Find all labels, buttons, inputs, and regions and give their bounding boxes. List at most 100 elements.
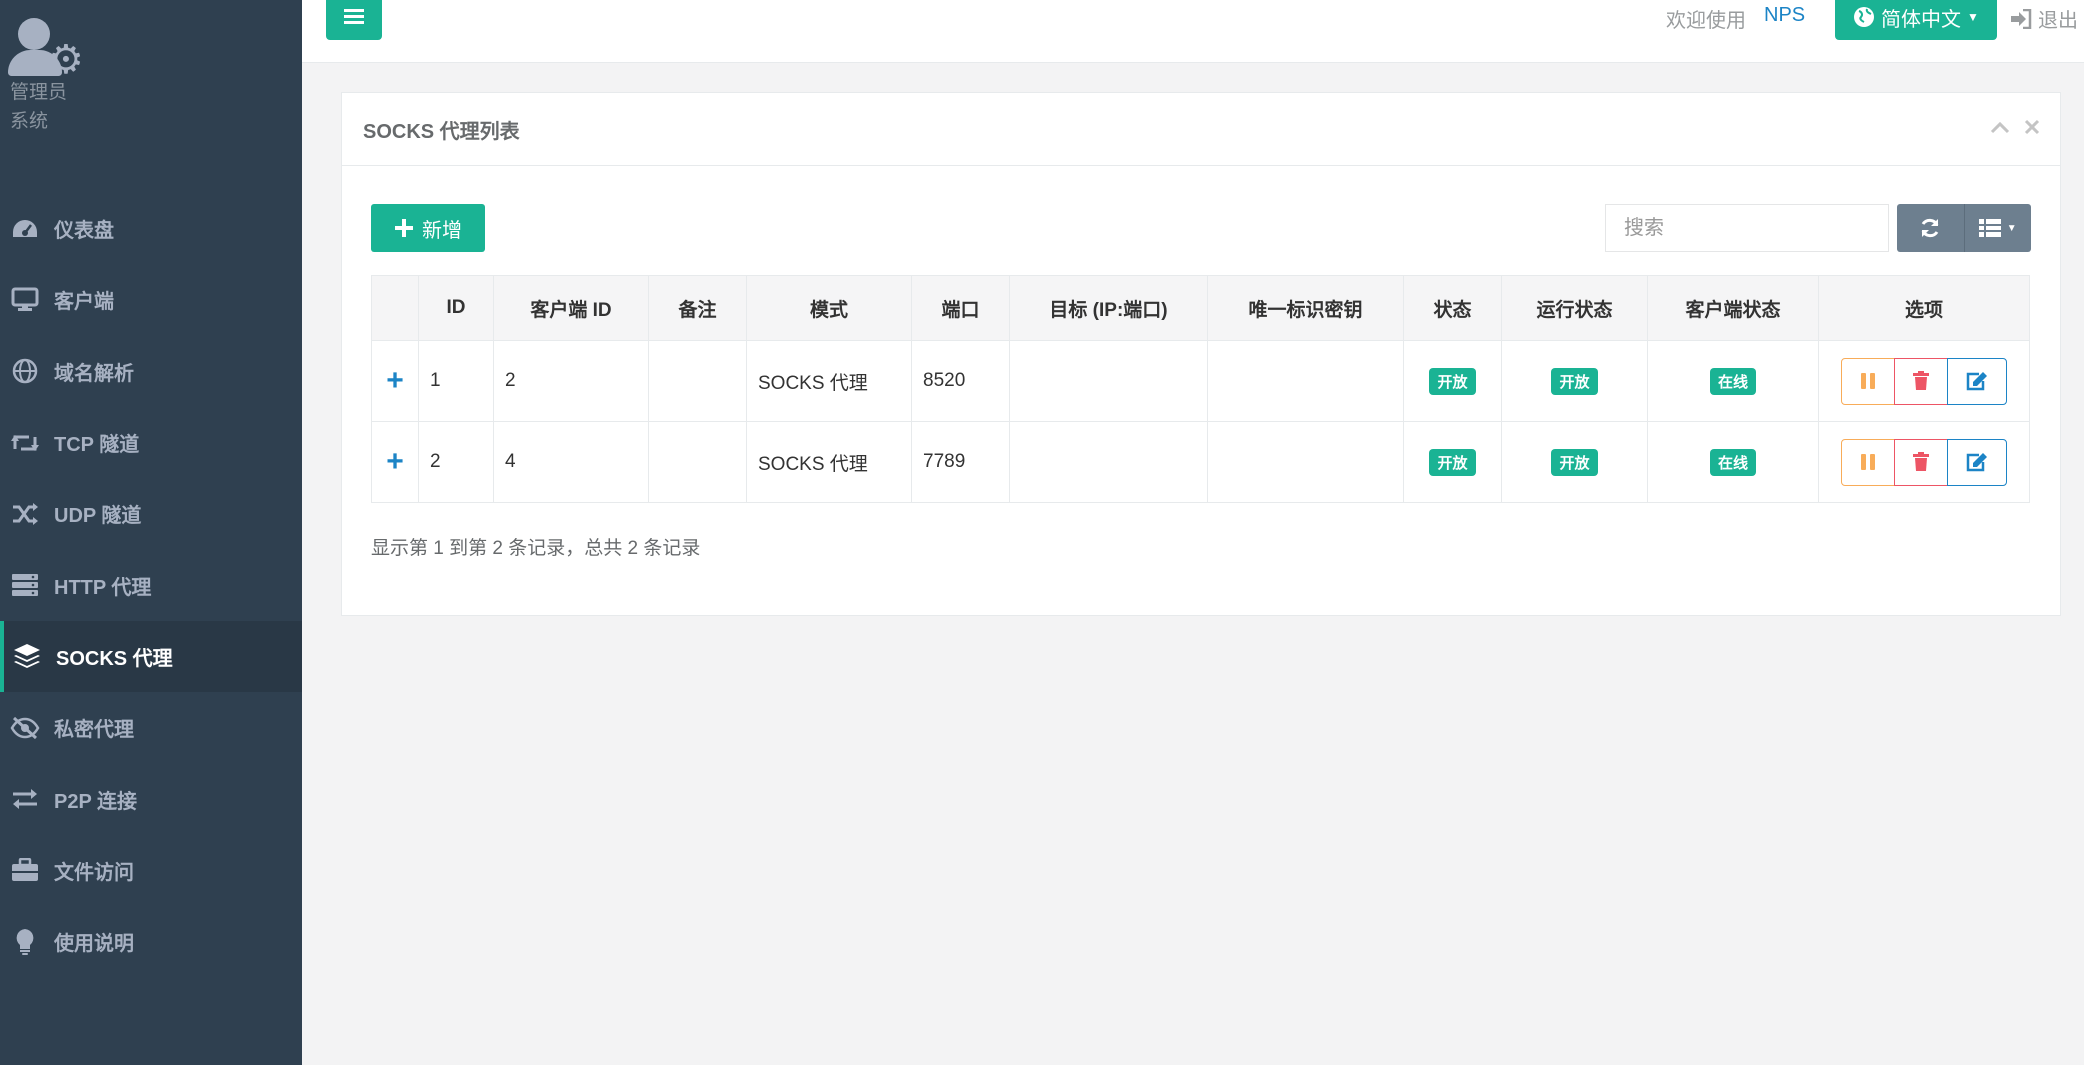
cell-mode: SOCKS 代理 bbox=[746, 421, 912, 503]
column-header-expand bbox=[371, 275, 419, 341]
run-status-badge: 开放 bbox=[1551, 448, 1598, 476]
column-header-client-status[interactable]: 客户端状态 bbox=[1647, 275, 1819, 341]
sidebar-item-help[interactable]: 使用说明 bbox=[0, 906, 302, 977]
caret-down-icon: ▼ bbox=[2006, 222, 2017, 234]
sidebar-item-label: 域名解析 bbox=[54, 362, 134, 385]
pause-icon bbox=[1861, 373, 1875, 389]
sidebar-item-udp[interactable]: UDP 隧道 bbox=[0, 478, 302, 549]
sidebar-item-secret[interactable]: 私密代理 bbox=[0, 692, 302, 763]
cell-client-status: 在线 bbox=[1647, 340, 1819, 422]
menu-toggle-button[interactable] bbox=[326, 0, 382, 40]
cell-remark bbox=[648, 421, 747, 503]
pagination-info: 显示第 1 到第 2 条记录，总共 2 条记录 bbox=[371, 538, 701, 559]
table-row: + 1 2 SOCKS 代理 8520 开放 开放 在线 bbox=[371, 340, 2030, 422]
column-header-port[interactable]: 端口 bbox=[911, 275, 1010, 341]
client-status-badge: 在线 bbox=[1709, 367, 1756, 395]
sidebar-item-http[interactable]: HTTP 代理 bbox=[0, 549, 302, 620]
table-row: + 2 4 SOCKS 代理 7789 开放 开放 在线 bbox=[371, 421, 2030, 503]
exchange-icon bbox=[10, 784, 40, 814]
refresh-button[interactable] bbox=[1897, 204, 1965, 252]
cell-remark bbox=[648, 340, 747, 422]
sidebar-item-label: P2P 连接 bbox=[54, 790, 137, 813]
eye-slash-icon bbox=[10, 713, 40, 743]
cell-client-status: 在线 bbox=[1647, 421, 1819, 503]
sidebar-item-domain[interactable]: 域名解析 bbox=[0, 336, 302, 407]
cell-client-id: 2 bbox=[493, 340, 649, 422]
cell-port: 8520 bbox=[911, 340, 1010, 422]
logout-link[interactable]: 退出 bbox=[2010, 4, 2078, 33]
sidebar-item-label: 客户端 bbox=[54, 291, 114, 314]
plus-icon bbox=[395, 219, 413, 237]
sidebar-item-label: 文件访问 bbox=[54, 861, 134, 884]
sidebar-item-files[interactable]: 文件访问 bbox=[0, 835, 302, 906]
edit-button[interactable] bbox=[1947, 357, 2007, 405]
column-header-options: 选项 bbox=[1818, 275, 2030, 341]
table-header-row: ID 客户端 ID 备注 模式 端口 目标 (IP:端口) 唯一标识密钥 状态 … bbox=[371, 275, 2030, 341]
sidebar-item-socks[interactable]: SOCKS 代理 bbox=[0, 620, 302, 693]
column-header-status[interactable]: 状态 bbox=[1403, 275, 1502, 341]
pause-button[interactable] bbox=[1841, 438, 1895, 486]
add-button[interactable]: 新增 bbox=[371, 204, 485, 252]
column-header-mode[interactable]: 模式 bbox=[746, 275, 912, 341]
columns-toggle-button[interactable]: ▼ bbox=[1964, 204, 2031, 252]
server-icon bbox=[10, 570, 40, 600]
cell-port: 7789 bbox=[911, 421, 1010, 503]
delete-button[interactable] bbox=[1894, 357, 1948, 405]
column-header-client-id[interactable]: 客户端 ID bbox=[493, 275, 649, 341]
close-icon[interactable] bbox=[2024, 115, 2040, 141]
client-status-badge: 在线 bbox=[1709, 448, 1756, 476]
expand-row-button[interactable]: + bbox=[371, 340, 419, 422]
add-button-label: 新增 bbox=[422, 219, 462, 242]
edit-icon bbox=[1966, 372, 1987, 391]
sidebar-item-tcp[interactable]: TCP 隧道 bbox=[0, 407, 302, 478]
sidebar-item-label: HTTP 代理 bbox=[54, 576, 152, 599]
sidebar: ⚙ 管理员 系统 仪表盘 客户端 域名解析 TCP 隧道 UDP 隧道 HTTP… bbox=[0, 0, 302, 1065]
brand-link[interactable]: NPS bbox=[1764, 4, 1805, 27]
cell-target bbox=[1009, 421, 1208, 503]
sidebar-item-label: 仪表盘 bbox=[54, 220, 114, 243]
sidebar-item-label: TCP 隧道 bbox=[54, 434, 140, 457]
cell-id: 1 bbox=[418, 340, 494, 422]
welcome-text: 欢迎使用 bbox=[1666, 10, 1746, 32]
status-badge: 开放 bbox=[1429, 367, 1476, 395]
sidebar-item-label: SOCKS 代理 bbox=[56, 647, 173, 670]
cell-key bbox=[1207, 340, 1404, 422]
sidebar-item-label: 使用说明 bbox=[54, 933, 134, 956]
caret-down-icon: ▼ bbox=[1967, 10, 1979, 24]
pause-button[interactable] bbox=[1841, 357, 1895, 405]
retweet-icon bbox=[10, 428, 40, 458]
run-status-badge: 开放 bbox=[1551, 367, 1598, 395]
sidebar-nav: 仪表盘 客户端 域名解析 TCP 隧道 UDP 隧道 HTTP 代理 SOCKS… bbox=[0, 193, 302, 977]
desktop-icon bbox=[10, 285, 40, 315]
column-header-id[interactable]: ID bbox=[418, 275, 494, 341]
row-actions bbox=[1841, 357, 2007, 405]
socks-table: ID 客户端 ID 备注 模式 端口 目标 (IP:端口) 唯一标识密钥 状态 … bbox=[371, 275, 2030, 503]
panel-tools bbox=[1990, 115, 2040, 141]
search-input[interactable] bbox=[1605, 204, 1889, 252]
language-label: 简体中文 bbox=[1881, 8, 1962, 31]
column-header-target[interactable]: 目标 (IP:端口) bbox=[1009, 275, 1208, 341]
language-dropdown-button[interactable]: 简体中文 ▼ bbox=[1835, 0, 1997, 40]
briefcase-icon bbox=[10, 855, 40, 885]
random-icon bbox=[10, 499, 40, 529]
cell-client-id: 4 bbox=[493, 421, 649, 503]
layers-icon bbox=[12, 641, 42, 671]
cell-target bbox=[1009, 340, 1208, 422]
sidebar-item-p2p[interactable]: P2P 连接 bbox=[0, 763, 302, 834]
sidebar-item-dashboard[interactable]: 仪表盘 bbox=[0, 193, 302, 264]
column-header-run-status[interactable]: 运行状态 bbox=[1501, 275, 1648, 341]
cell-id: 2 bbox=[418, 421, 494, 503]
delete-button[interactable] bbox=[1894, 438, 1948, 486]
trash-icon bbox=[1913, 371, 1929, 390]
expand-row-button[interactable]: + bbox=[371, 421, 419, 503]
admin-avatar-icon: ⚙ bbox=[8, 14, 88, 80]
trash-icon bbox=[1913, 452, 1929, 471]
panel-header: SOCKS 代理列表 bbox=[342, 93, 2060, 166]
cell-options bbox=[1818, 340, 2030, 422]
column-header-remark[interactable]: 备注 bbox=[648, 275, 747, 341]
edit-button[interactable] bbox=[1947, 438, 2007, 486]
sidebar-item-clients[interactable]: 客户端 bbox=[0, 264, 302, 335]
edit-icon bbox=[1966, 453, 1987, 472]
column-header-key[interactable]: 唯一标识密钥 bbox=[1207, 275, 1404, 341]
collapse-icon[interactable] bbox=[1990, 115, 2010, 141]
